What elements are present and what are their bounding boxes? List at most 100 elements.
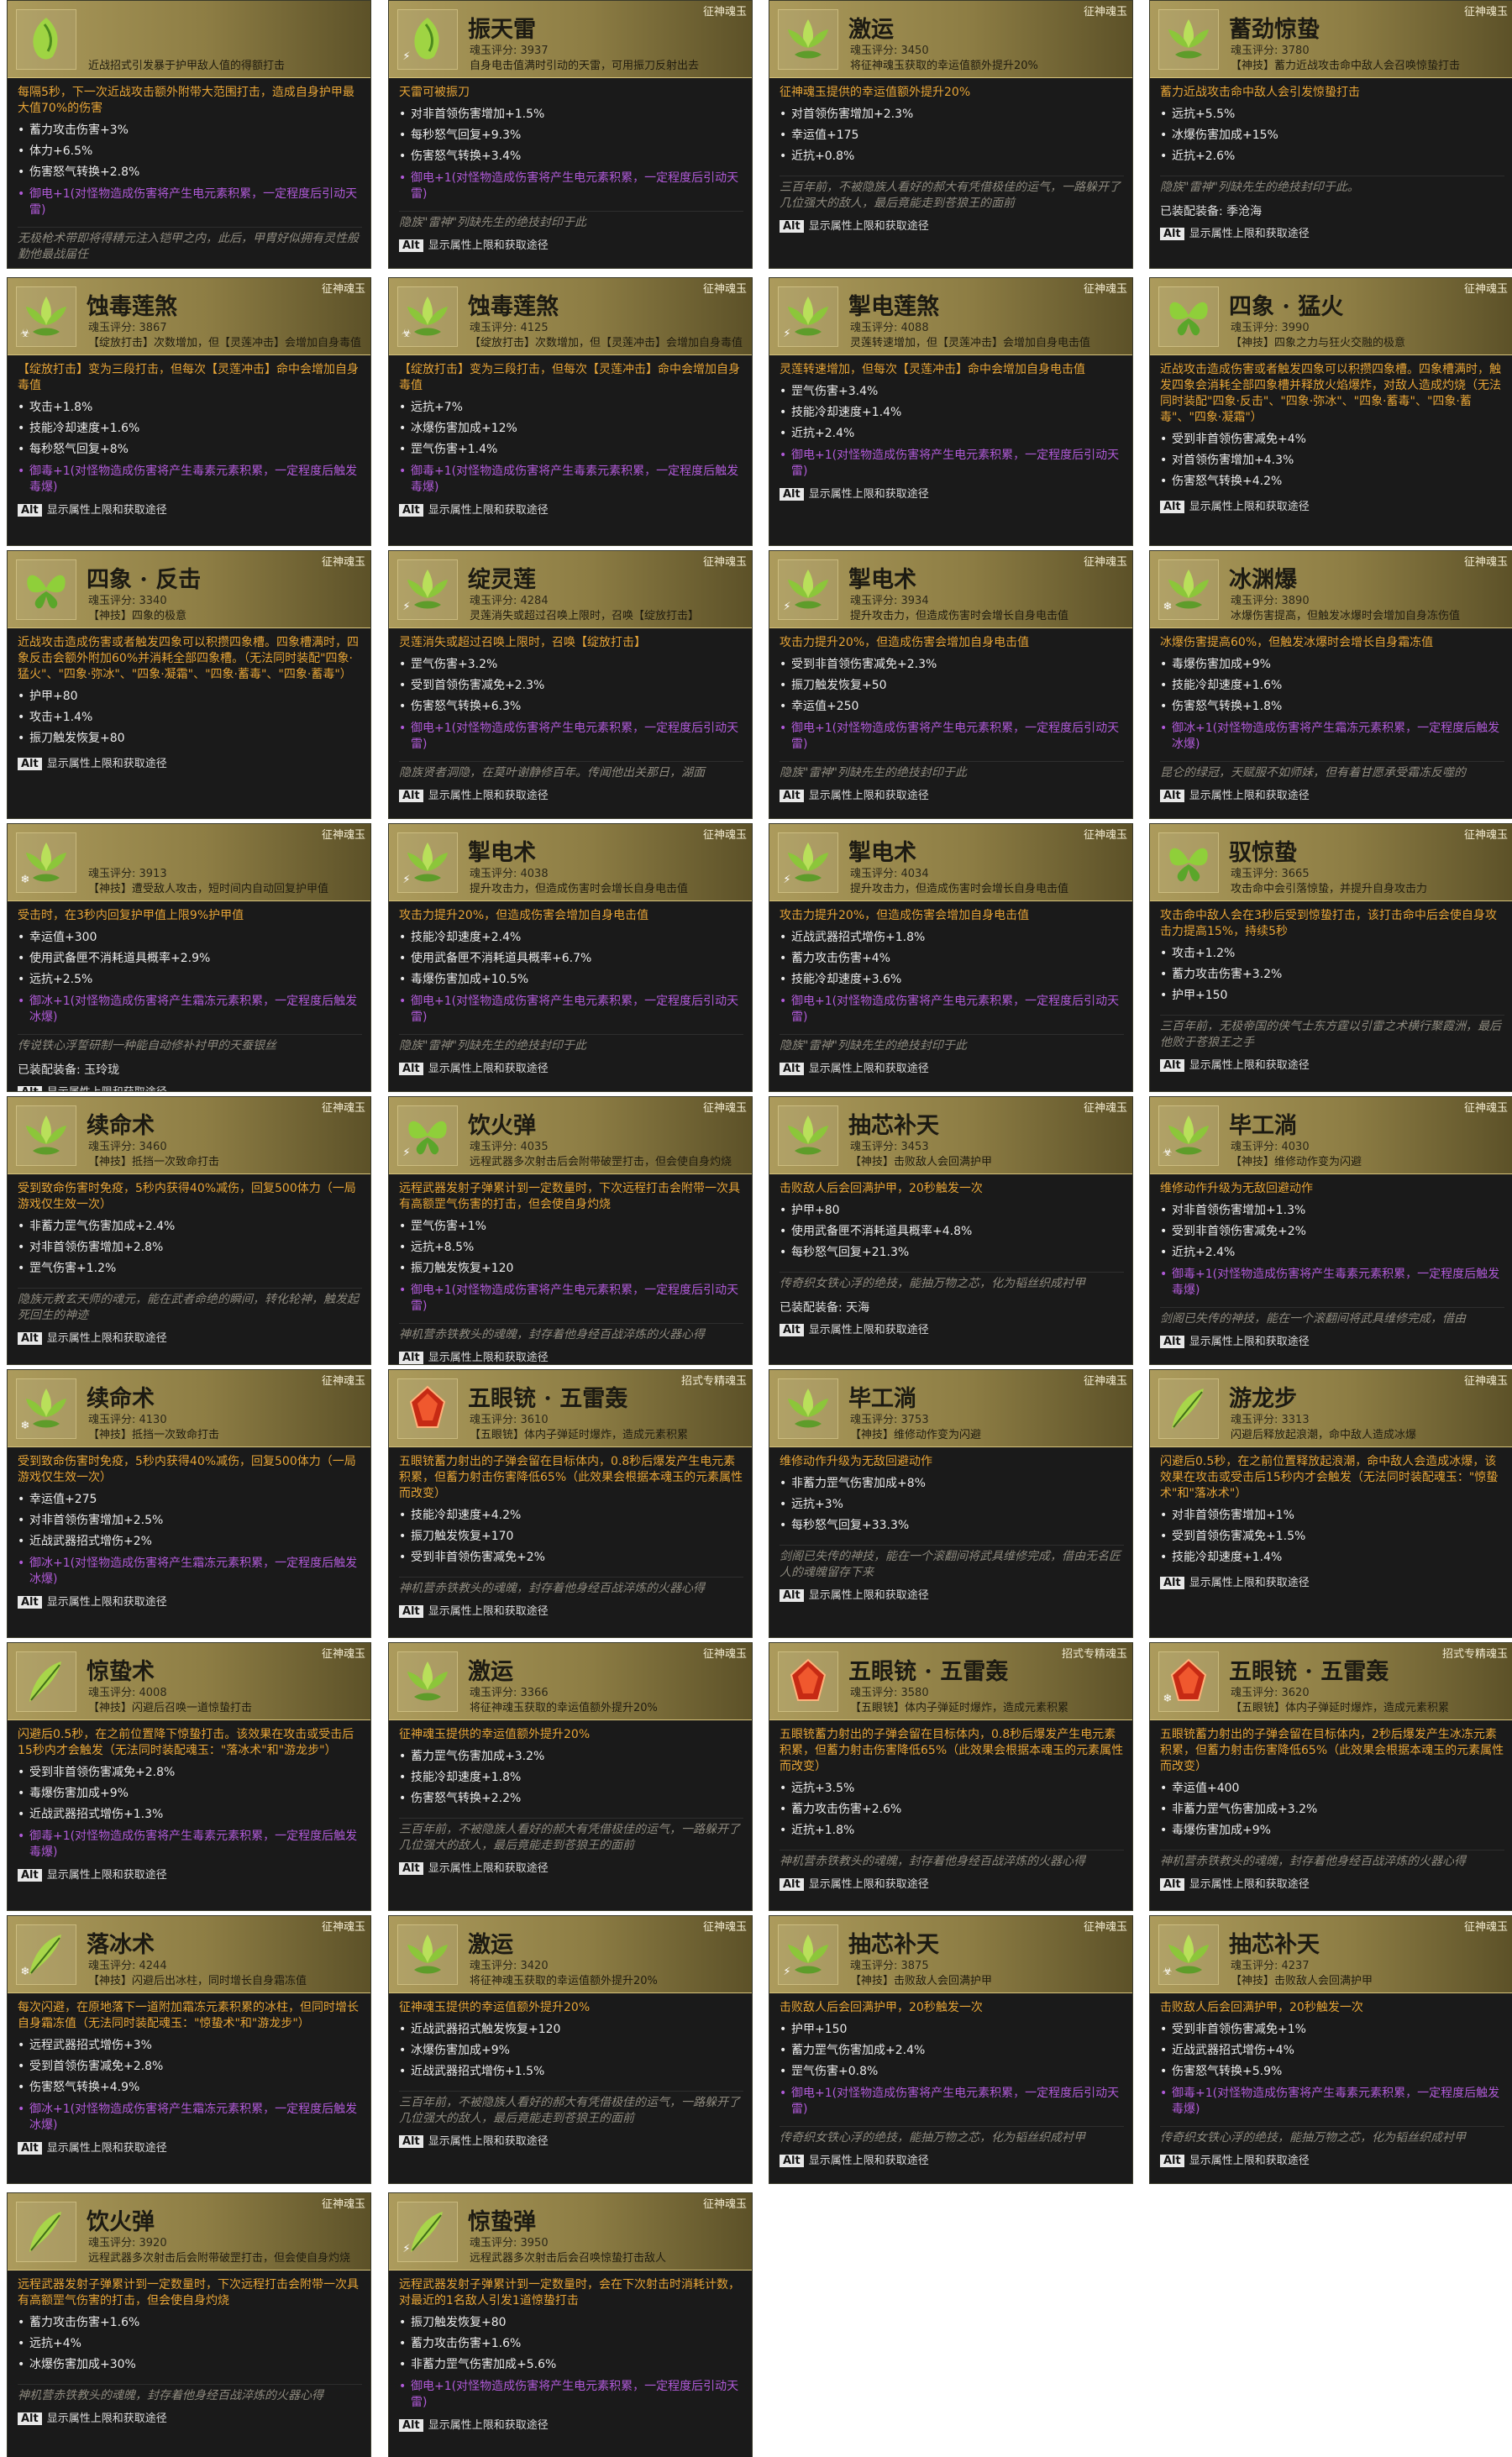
stat-list: 对非首领伤害增加+1.3%受到非首领伤害减免+2%近抗+2.4% xyxy=(1160,1200,1504,1263)
card-header: 征神魂玉 毕工淌 魂玉评分: 3753 【神技】维修动作变为闪避 xyxy=(769,1370,1132,1447)
hint-footer[interactable]: Alt显示属性上限和获取途径 xyxy=(399,1859,743,1875)
soul-jade-card[interactable]: 征神魂玉 驭惊蛰 魂玉评分: 3665 攻击命中会引落惊蛰，并提升自身攻击力 攻击命中敌… xyxy=(1149,823,1512,1092)
hint-footer[interactable]: Alt显示属性上限和获取途径 xyxy=(1160,1332,1504,1348)
hint-footer[interactable]: Alt显示属性上限和获取途径 xyxy=(18,1329,362,1345)
hint-footer[interactable]: Alt显示属性上限和获取途径 xyxy=(399,1059,743,1075)
soul-jade-card[interactable]: 征神魂玉 蓄劲惊蛰 魂玉评分: 3780 【神技】蓄力近战攻击命中敌人会召唤惊蛰打击蓄… xyxy=(1149,0,1512,269)
soul-jade-card[interactable]: 招式专精魂玉 五眼铳 · 五雷轰 魂玉评分: 3610 【五眼铳】体内子弹延时爆炸，造… xyxy=(388,1369,753,1638)
soul-jade-card[interactable]: 征神魂玉 惊蛰术 魂玉评分: 4008 【神技】闪避后召唤一道惊蛰打击 闪避后0.5秒，… xyxy=(7,1642,371,1911)
hint-footer[interactable]: Alt显示属性上限和获取途径 xyxy=(399,1602,743,1618)
soul-jade-card[interactable]: 征神魂玉 ⚡ 掣电术 魂玉评分: 4038 提升攻击力，但造成伤害时会增长自身电击值 攻击… xyxy=(388,823,753,1092)
soul-jade-card[interactable]: 征神魂玉 抽芯补天 魂玉评分: 3453 【神技】击败敌人会回满护甲 击败敌人后会回满护… xyxy=(769,1096,1133,1365)
hint-footer[interactable]: Alt显示属性上限和获取途径 xyxy=(780,1586,1124,1602)
hint-footer[interactable]: Alt显示属性上限和获取途径 xyxy=(780,485,1124,501)
hint-footer[interactable]: Alt显示属性上限和获取途径 xyxy=(399,501,743,517)
hint-footer[interactable]: Alt显示属性上限和获取途径 xyxy=(18,1083,362,1091)
soul-jade-card[interactable]: 征神魂玉 ☣ 毕工淌 魂玉评分: 4030 【神技】维修动作变为闪避 维修动作升级为无敌回… xyxy=(1149,1096,1512,1365)
hint-footer[interactable]: Alt显示属性上限和获取途径 xyxy=(1160,2151,1504,2167)
soul-jade-card[interactable]: 征神魂玉 ❄ 落冰术 魂玉评分: 4244 【神技】闪避后出冰柱，同时增长自身霜冻值 每次… xyxy=(7,1915,371,2184)
hint-footer[interactable]: Alt显示属性上限和获取途径 xyxy=(399,236,743,252)
stat-list: 远抗+5.5%冰爆伤害加成+15%近抗+2.6% xyxy=(1160,104,1504,167)
hint-footer[interactable]: Alt显示属性上限和获取途径 xyxy=(1160,1573,1504,1589)
soul-jade-card[interactable]: 征神魂玉 ⚡ 饮火弹 魂玉评分: 4035 远程武器多次射击后会附带破罡打击，但会使自身… xyxy=(388,1096,753,1365)
card-score: 魂玉评分: 3340 xyxy=(88,595,167,607)
soul-jade-card[interactable]: 征神魂玉 游龙步 魂玉评分: 3313 闪避后释放起浪潮，命中敌人造成冰爆 闪避后0.5… xyxy=(1149,1369,1512,1638)
element-icon: ⚡ xyxy=(402,874,411,886)
soul-jade-card[interactable]: 征神魂玉 ⚡ 绽灵莲 魂玉评分: 4284 灵莲消失或超过召唤上限时，召唤【绽放打击】灵… xyxy=(388,550,753,819)
equipped-by: 已装配装备: 天海 xyxy=(780,1301,870,1315)
stat-item: 技能冷却速度+2.4% xyxy=(399,927,743,948)
card-score: 魂玉评分: 3665 xyxy=(1231,868,1310,880)
element-icon: ⚡ xyxy=(783,601,791,613)
hint-footer[interactable]: Alt显示属性上限和获取途径 xyxy=(18,754,362,770)
card-category: 征神魂玉 xyxy=(1083,829,1127,842)
soul-jade-card[interactable]: 招式专精魂玉 ❄ 五眼铳 · 五雷轰 魂玉评分: 3620 【五眼铳】体内子弹延时爆炸，… xyxy=(1149,1642,1512,1911)
soul-jade-card[interactable]: 征神魂玉 续命术 魂玉评分: 3460 【神技】抵挡一次致命打击 受到致命伤害时免疫，5… xyxy=(7,1096,371,1365)
card-summary: 【神技】维修动作变为闪避 xyxy=(1231,1156,1362,1168)
card-category: 征神魂玉 xyxy=(702,1102,747,1115)
card-title: 五眼铳 · 五雷轰 xyxy=(468,1386,628,1412)
hint-footer[interactable]: Alt显示属性上限和获取途径 xyxy=(1160,1056,1504,1072)
alt-key-hint: Alt xyxy=(1160,1878,1184,1891)
hint-footer[interactable]: Alt显示属性上限和获取途径 xyxy=(780,1059,1124,1075)
soul-jade-card[interactable]: 征神魂玉 ❄ 续命术 魂玉评分: 4130 【神技】抵挡一次致命打击 受到致命伤害时免疫，… xyxy=(7,1369,371,1638)
element-icon xyxy=(780,50,794,64)
stat-item: 技能冷却速度+1.8% xyxy=(399,1767,743,1788)
card-title: 惊蛰弹 xyxy=(468,2209,536,2235)
stat-item: 毒爆伤害加成+9% xyxy=(1160,1820,1504,1841)
card-summary: 远程武器多次射击后会召唤惊蛰打击敌人 xyxy=(470,2252,667,2265)
soul-jade-card[interactable]: 征神魂玉 ❄ 冰渊爆 魂玉评分: 3890 冰爆伤害提高，但触发冰爆时会增加自身冻伤值冰… xyxy=(1149,550,1512,819)
hint-footer[interactable]: Alt显示属性上限和获取途径 xyxy=(18,501,362,517)
soul-jade-card[interactable]: 征神魂玉 ⚡ 抽芯补天 魂玉评分: 3875 【神技】击败敌人会回满护甲 击败敌人后会回满… xyxy=(769,1915,1133,2184)
hint-footer[interactable]: Alt显示属性上限和获取途径 xyxy=(780,786,1124,802)
card-category: 征神魂玉 xyxy=(1083,1921,1127,1934)
hint-footer[interactable]: Alt显示属性上限和获取途径 xyxy=(780,1320,1124,1336)
soul-jade-card[interactable]: 征神魂玉 饮火弹 魂玉评分: 3920 远程武器多次射击后会附带破罡打击，但会使自身灼… xyxy=(7,2192,371,2457)
soul-jade-card[interactable]: 征神魂玉 ☣ 蚀毒莲煞 魂玉评分: 3867 【绽放打击】次数增加，但【灵莲冲击】会增加… xyxy=(7,277,371,546)
hint-footer[interactable]: Alt显示属性上限和获取途径 xyxy=(18,1593,362,1609)
soul-jade-card[interactable]: 征神魂玉 激运 魂玉评分: 3366 将征神魂玉获取的幸运值额外提升20% 征神魂玉提供… xyxy=(388,1642,753,1911)
hint-footer[interactable]: Alt显示属性上限和获取途径 xyxy=(399,1348,743,1364)
soul-jade-card[interactable]: 招式专精魂玉 五眼铳 · 五雷轰 魂玉评分: 3580 【五眼铳】体内子弹延时爆炸，造… xyxy=(769,1642,1133,1911)
hint-footer[interactable]: Alt显示属性上限和获取途径 xyxy=(18,1866,362,1882)
soul-jade-card[interactable]: 征神魂玉 ⚡ 惊蛰弹 魂玉评分: 3950 远程武器多次射击后会召唤惊蛰打击敌人 远程武器… xyxy=(388,2192,753,2457)
hint-footer[interactable]: Alt显示属性上限和获取途径 xyxy=(780,217,1124,233)
stat-item: 幸运值+300 xyxy=(18,927,362,948)
hint-footer[interactable]: Alt显示属性上限和获取途径 xyxy=(1160,497,1504,513)
hint-footer[interactable]: Alt显示属性上限和获取途径 xyxy=(1160,224,1504,240)
soul-jade-icon xyxy=(397,1378,458,1439)
hint-footer[interactable]: Alt显示属性上限和获取途径 xyxy=(780,2151,1124,2167)
hint-footer[interactable]: Alt显示属性上限和获取途径 xyxy=(1160,1875,1504,1891)
hint-footer[interactable]: Alt显示属性上限和获取途径 xyxy=(399,786,743,802)
hint-footer[interactable]: Alt显示属性上限和获取途径 xyxy=(1160,786,1504,802)
stat-list: 罡气伤害+3.4%技能冷却速度+1.4%近抗+2.4% xyxy=(780,381,1124,444)
element-icon xyxy=(780,1693,794,1706)
hint-footer[interactable]: Alt显示属性上限和获取途径 xyxy=(399,2416,743,2432)
soul-jade-card[interactable]: 征神魂玉 ❄ 魂玉评分: 3913 【神技】遭受敌人攻击，短时间内自动回复护甲值 受击时… xyxy=(7,823,371,1092)
soul-jade-card[interactable]: 近战招式引发暴于护甲敌人值的得额打击 每隔5秒，下一次近战攻击额外附带大范围打击，… xyxy=(7,0,371,269)
alt-key-hint: Alt xyxy=(399,2419,423,2432)
element-bonus: 御电+1(对怪物造成伤害将产生电元素积累，一定程度后引动天雷) xyxy=(780,448,1124,480)
flavor-text: 隐族元教玄天师的魂元，能在武者命绝的瞬间，转化轮神，触发起死回生的神迹 xyxy=(18,1288,362,1324)
stat-item: 罡气伤害+0.8% xyxy=(780,2061,1124,2082)
card-title: 掣电莲煞 xyxy=(848,294,939,320)
hint-footer[interactable]: Alt显示属性上限和获取途径 xyxy=(18,2139,362,2155)
soul-jade-card[interactable]: 征神魂玉 四象 · 反击 魂玉评分: 3340 【神技】四象的极意 近战攻击造成伤害或者… xyxy=(7,550,371,819)
soul-jade-card[interactable]: 征神魂玉 激运 魂玉评分: 3450 将征神魂玉获取的幸运值额外提升20% 征神魂玉提供… xyxy=(769,0,1133,269)
hint-footer[interactable]: Alt显示属性上限和获取途径 xyxy=(399,2132,743,2148)
hint-footer[interactable]: Alt显示属性上限和获取途径 xyxy=(18,2409,362,2425)
soul-jade-card[interactable]: 征神魂玉 ⚡ 掣电术 魂玉评分: 3934 提升攻击力，但造成伤害时会增长自身电击值 攻击… xyxy=(769,550,1133,819)
soul-jade-card[interactable]: 征神魂玉 ☣ 抽芯补天 魂玉评分: 4237 【神技】击败敌人会回满护甲 击败敌人后会回满… xyxy=(1149,1915,1512,2184)
soul-jade-card[interactable]: 征神魂玉 四象 · 猛火 魂玉评分: 3990 【神技】四象之力与狂火交融的极意 近战攻… xyxy=(1149,277,1512,546)
soul-jade-card[interactable]: 征神魂玉 毕工淌 魂玉评分: 3753 【神技】维修动作变为闪避 维修动作升级为无敌回避… xyxy=(769,1369,1133,1638)
soul-jade-card[interactable]: 征神魂玉 ⚡ 振天雷 魂玉评分: 3937 自身电击值满时引动的天雷，可用振刀反射出去天… xyxy=(388,0,753,269)
soul-jade-card[interactable]: 征神魂玉 ⚡ 掣电术 魂玉评分: 4034 提升攻击力，但造成伤害时会增长自身电击值 攻击… xyxy=(769,823,1133,1092)
element-icon xyxy=(1161,874,1174,887)
card-title: 抽芯补天 xyxy=(848,1932,939,1958)
soul-jade-card[interactable]: 征神魂玉 激运 魂玉评分: 3420 将征神魂玉获取的幸运值额外提升20% 征神魂玉提供… xyxy=(388,1915,753,2184)
soul-jade-card[interactable]: 征神魂玉 ⚡ 掣电莲煞 魂玉评分: 4088 灵莲转速增加，但【灵莲冲击】会增加自身电击… xyxy=(769,277,1133,546)
card-header: 征神魂玉 ⚡ 绽灵莲 魂玉评分: 4284 灵莲消失或超过召唤上限时，召唤【绽放打击】 xyxy=(389,551,752,628)
card-summary: 【神技】四象之力与狂火交融的极意 xyxy=(1231,337,1406,349)
soul-jade-card[interactable]: 征神魂玉 ☣ 蚀毒莲煞 魂玉评分: 4125 【绽放打击】次数增加，但【灵莲冲击】会增加… xyxy=(388,277,753,546)
hint-footer[interactable]: Alt显示属性上限和获取途径 xyxy=(780,1875,1124,1891)
